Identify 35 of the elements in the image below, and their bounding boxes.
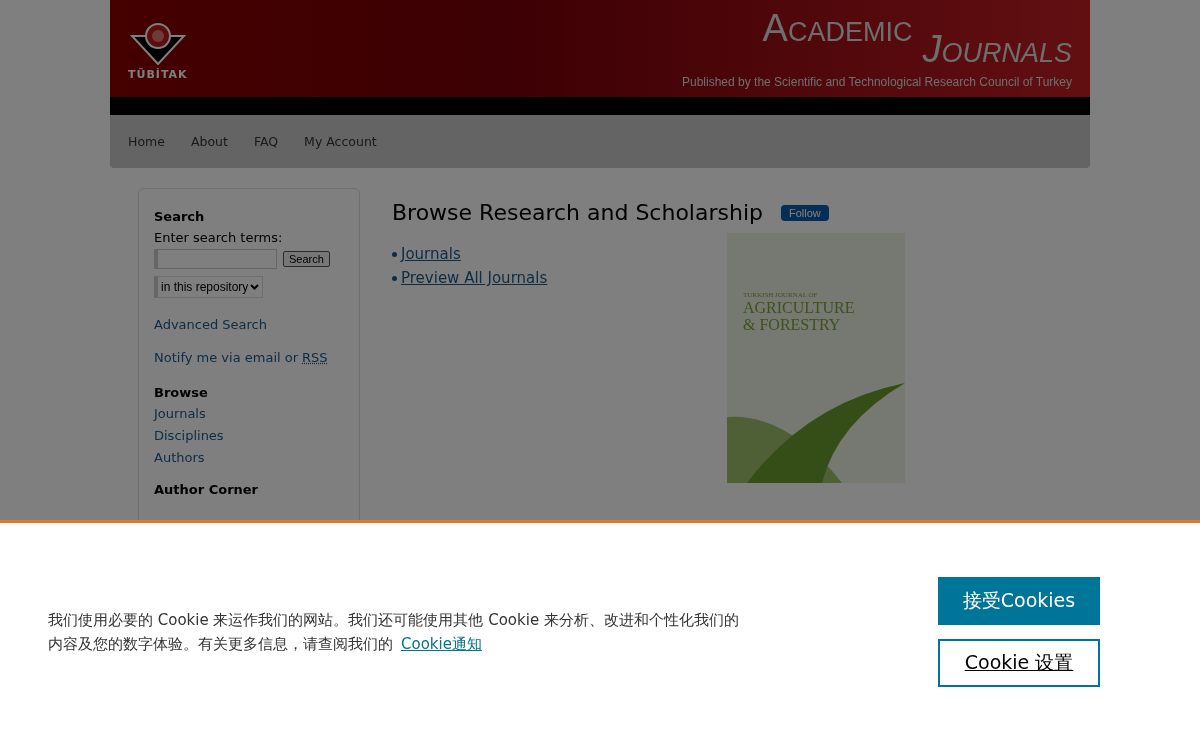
page-title: Browse Research and Scholarship — [392, 200, 763, 225]
journal-link[interactable]: Preview All Journals — [401, 269, 548, 287]
bullet-icon — [392, 275, 397, 281]
advanced-search-link[interactable]: Advanced Search — [154, 317, 267, 332]
accept-cookies-button[interactable]: 接受Cookies — [938, 576, 1100, 625]
site-title[interactable]: Academic — [762, 8, 913, 47]
logo-text: TÜBİTAK — [128, 68, 188, 81]
bullet-icon — [392, 251, 397, 257]
nav-link[interactable]: My Account — [304, 134, 377, 149]
sidebar-heading: Browse — [154, 385, 208, 400]
scope-dropdown[interactable]: in this repository — [154, 276, 264, 298]
cookie-notice-text: 我们使用必要的 Cookie 来运作我们的网站。我们还可能使用其他 Cookie 来分析、改进和个性化我们的内容及您的数字体验。有关更多信息，请查阅我们的 Cookie通知 — [48, 609, 740, 655]
journal-link[interactable]: Journals — [401, 245, 461, 263]
site-subtitle: Published by the Scientific and Technological Research Council of Turkey — [682, 74, 1072, 89]
site-title[interactable]: Journals — [922, 30, 1072, 67]
search-field[interactable] — [154, 249, 277, 269]
nav-link[interactable]: About — [190, 134, 228, 149]
browse-link[interactable]: Disciplines — [154, 428, 224, 443]
rss-link[interactable]: RSS — [302, 350, 328, 365]
cover-title: & FORESTRY — [742, 316, 842, 333]
cookie-notice-link[interactable]: Cookie通知 — [401, 634, 482, 653]
nav-link[interactable]: Home — [128, 134, 165, 149]
chevron-icon — [250, 284, 260, 290]
logo-icon — [129, 22, 186, 66]
search-button[interactable]: Search — [283, 251, 330, 267]
browse-link[interactable]: Journals — [154, 406, 206, 421]
cover-title: AGRICULTURE — [742, 299, 856, 316]
sidebar-heading: Search — [154, 209, 205, 224]
sidebar-heading: Author Corner — [154, 482, 259, 497]
search-label: Enter search terms: — [154, 230, 283, 245]
nav-link[interactable]: FAQ — [253, 134, 279, 149]
cookie-settings-button[interactable]: Cookie 设置 — [938, 638, 1100, 687]
notify-text: Notify me via email or — [154, 350, 299, 365]
follow-button[interactable]: Follow — [781, 204, 829, 221]
browse-link[interactable]: Authors — [154, 450, 205, 465]
